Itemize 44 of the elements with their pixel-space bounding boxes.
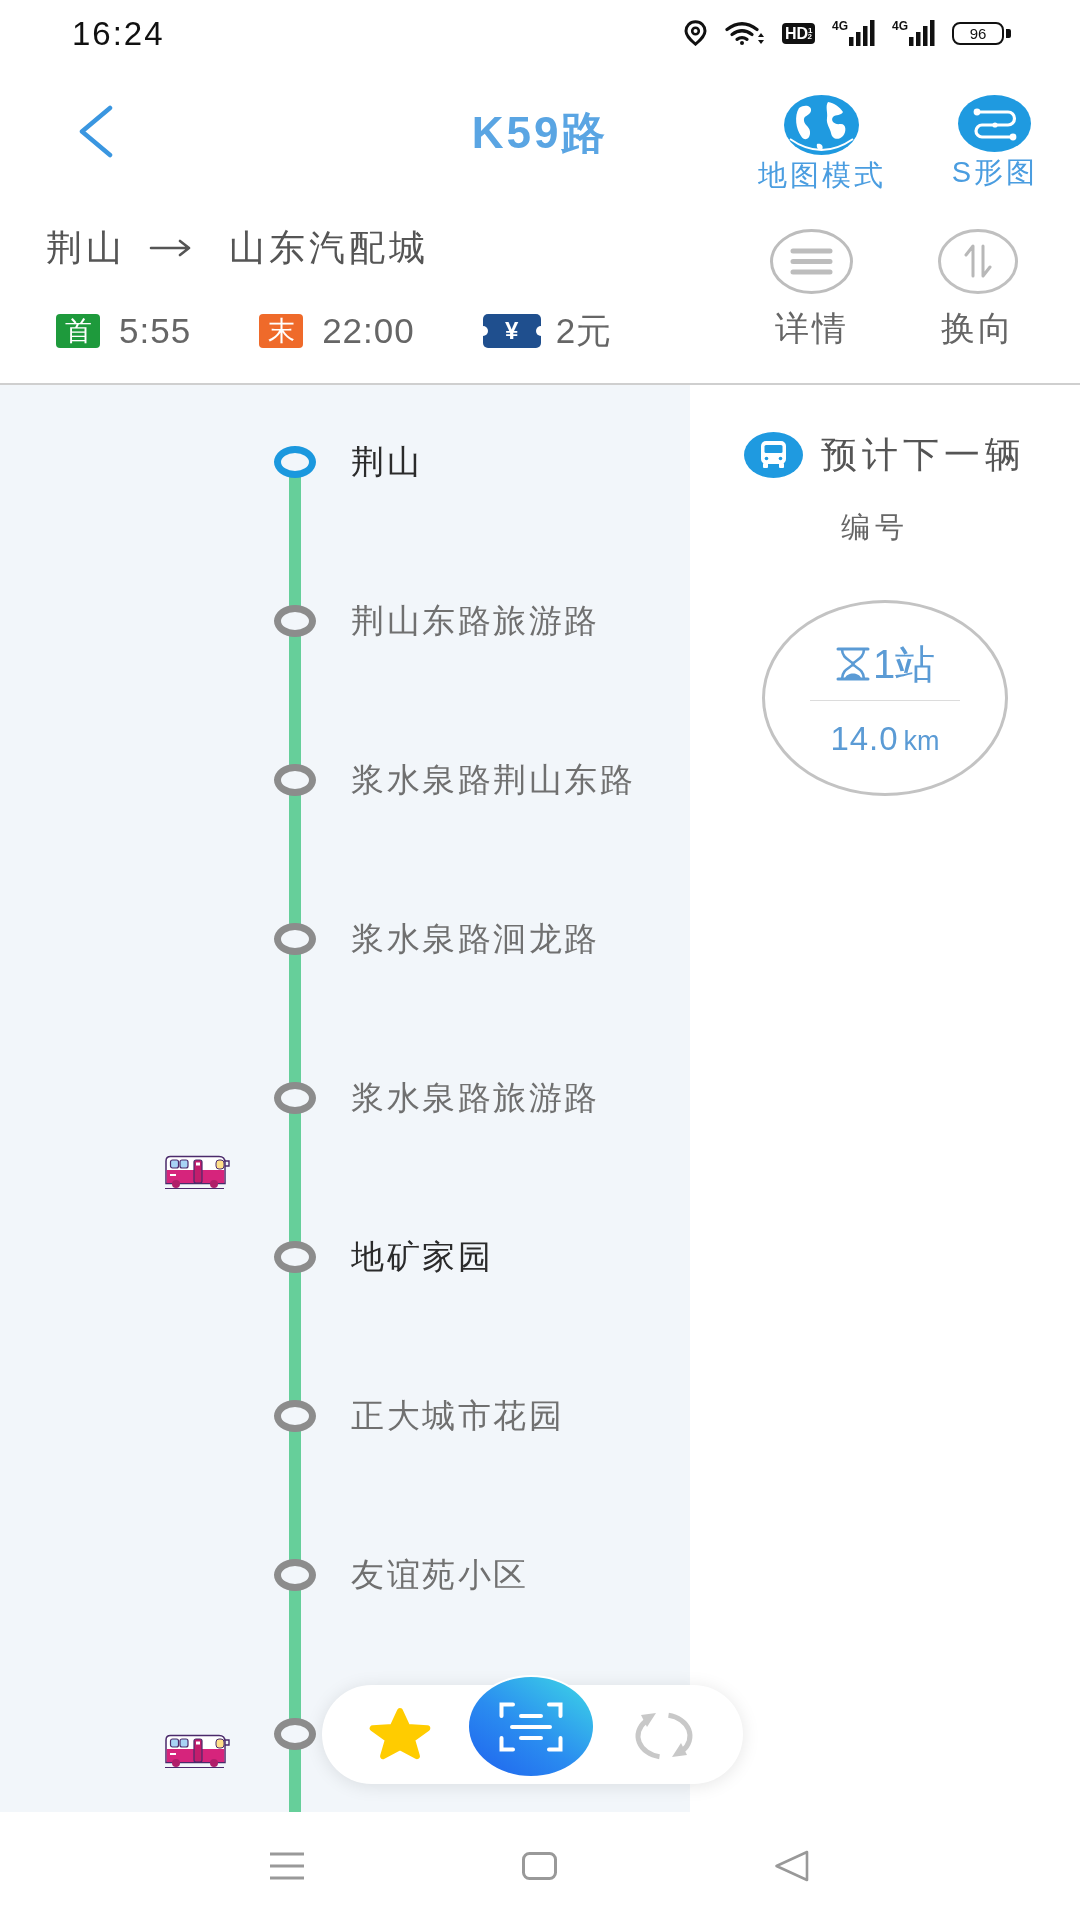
wifi-icon — [724, 21, 765, 45]
scan-icon — [499, 1701, 563, 1752]
distance-text: 14.0 km — [830, 719, 940, 759]
stop-name[interactable]: 荆山东路旅游路 — [351, 598, 600, 643]
plate-number-label: 编号 — [841, 510, 909, 545]
location-icon — [682, 20, 708, 46]
stop-name[interactable]: 友谊苑小区 — [351, 1552, 529, 1597]
fare-price: 2元 — [555, 311, 613, 351]
first-bus-time: 5:55 — [119, 311, 192, 351]
route-lines-icon — [958, 95, 1032, 152]
back-icon[interactable] — [77, 105, 114, 158]
square-icon[interactable] — [521, 1852, 557, 1880]
signal-icon — [849, 20, 875, 46]
next-bus-title: 预计下一辆 — [821, 433, 1026, 477]
menu-icon[interactable] — [269, 1852, 305, 1880]
route-title: K59路 — [471, 107, 609, 159]
map-mode-button[interactable]: 地图模式 — [757, 95, 886, 193]
details-button[interactable]: 详情 — [770, 229, 853, 348]
list-icon — [770, 229, 853, 294]
origin-stop-name: 荆山 — [46, 226, 126, 270]
destination-stop-name: 山东汽配城 — [229, 226, 429, 270]
network-type-label: 4G — [892, 20, 908, 32]
stop-name[interactable]: 正大城市花园 — [351, 1393, 564, 1438]
swap-arrows-icon — [938, 229, 1018, 294]
stop-name[interactable]: 浆水泉路洄龙路 — [351, 916, 600, 961]
first-bus-badge: 首 — [56, 314, 100, 348]
last-bus-time: 22:00 — [322, 311, 415, 351]
last-bus-badge: 末 — [259, 314, 304, 348]
stop-name[interactable]: 地矿家园 — [351, 1234, 493, 1279]
hourglass-icon — [834, 647, 871, 681]
status-time: 16:24 — [72, 16, 165, 50]
reverse-button[interactable]: 换向 — [938, 229, 1018, 348]
signal-icon — [909, 20, 935, 46]
globe-icon — [784, 95, 860, 155]
network-type-label: 4G — [831, 20, 848, 32]
s-diagram-button[interactable]: S形图 — [951, 95, 1038, 193]
stop-name[interactable]: 浆水泉路旅游路 — [351, 1075, 600, 1120]
bus-icon — [744, 432, 803, 478]
back-icon[interactable] — [773, 1850, 809, 1882]
battery-indicator: 96 — [952, 21, 1011, 45]
stop-name[interactable]: 荆山 — [351, 439, 422, 484]
stations-away-text: 1站 — [872, 641, 936, 688]
stop-name[interactable]: 浆水泉路荆山东路 — [351, 757, 635, 802]
arrow-right-icon — [149, 238, 192, 258]
